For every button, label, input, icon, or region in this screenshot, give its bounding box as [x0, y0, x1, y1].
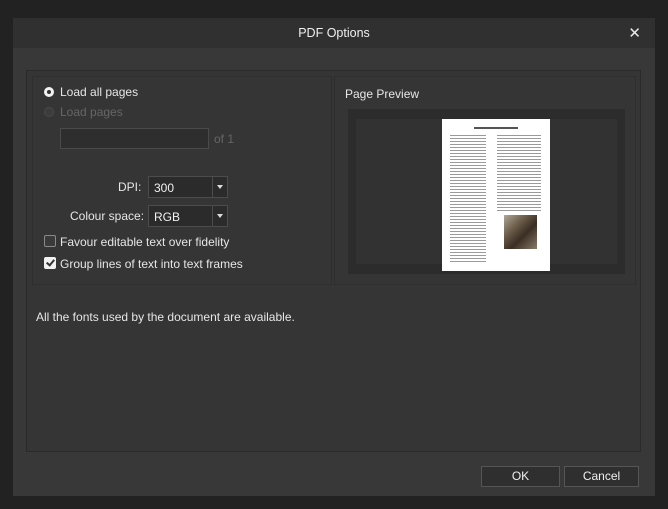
chevron-down-icon — [212, 177, 227, 197]
load-all-pages-label: Load all pages — [60, 85, 139, 99]
title-bar: PDF Options ✕ — [13, 18, 655, 48]
chevron-down-icon — [212, 206, 227, 226]
page-preview-label: Page Preview — [345, 87, 420, 101]
load-all-pages-radio[interactable] — [44, 87, 54, 97]
pdf-options-dialog: PDF Options ✕ Load all pages Load pages … — [13, 18, 655, 496]
cancel-button[interactable]: Cancel — [564, 466, 639, 487]
group-lines-label: Group lines of text into text frames — [60, 257, 243, 271]
close-icon[interactable]: ✕ — [628, 24, 641, 42]
page-preview-pane: Page Preview — [334, 76, 636, 285]
favour-editable-label: Favour editable text over fidelity — [60, 235, 230, 249]
favour-editable-checkbox[interactable] — [44, 235, 56, 247]
colour-space-label: Colour space: — [70, 209, 145, 223]
dpi-value: 300 — [154, 181, 175, 195]
ok-button[interactable]: OK — [481, 466, 560, 487]
dpi-dropdown[interactable]: 300 — [148, 176, 228, 198]
load-pages-radio[interactable] — [44, 107, 54, 117]
pages-range-input[interactable] — [60, 128, 209, 149]
fonts-status-message: All the fonts used by the document are a… — [36, 310, 295, 324]
content-panel: Load all pages Load pages of 1 DPI: 300 … — [26, 70, 641, 452]
page-count-label: of 1 — [214, 132, 235, 146]
load-options-pane: Load all pages Load pages of 1 DPI: 300 … — [32, 76, 332, 285]
thumbnail-photo — [504, 215, 537, 249]
thumbnail-text-column-left — [450, 135, 486, 264]
colour-space-value: RGB — [154, 210, 181, 224]
page-thumbnail — [442, 119, 550, 271]
dialog-title: PDF Options — [298, 26, 370, 40]
preview-area — [348, 109, 625, 274]
dpi-label: DPI: — [118, 180, 142, 194]
colour-space-dropdown[interactable]: RGB — [148, 205, 228, 227]
thumbnail-text-column-right — [497, 135, 541, 213]
load-pages-label: Load pages — [60, 105, 123, 119]
thumbnail-title — [474, 127, 518, 129]
group-lines-checkbox[interactable] — [44, 257, 56, 269]
preview-inner — [356, 119, 617, 271]
